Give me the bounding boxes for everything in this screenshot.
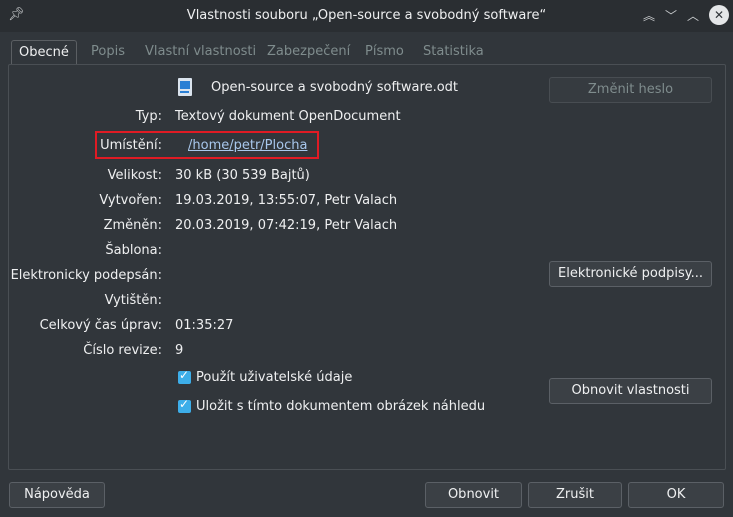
save-thumbnail-label[interactable]: Uložit s tímto dokumentem obrázek náhled… — [196, 399, 485, 414]
tab-description[interactable]: Popis — [91, 40, 125, 64]
tab-statistics[interactable]: Statistika — [423, 40, 484, 64]
help-button[interactable]: Nápověda — [9, 482, 105, 508]
ok-button[interactable]: OK — [628, 482, 724, 508]
close-icon[interactable]: ✕ — [709, 5, 729, 25]
title-bar: 📌︎ Vlastnosti souboru „Open-source a svo… — [0, 0, 733, 32]
size-value: 30 kB (30 539 Bajtů) — [175, 168, 310, 183]
use-user-data-checkbox[interactable] — [178, 368, 191, 384]
change-password-button[interactable]: Změnit heslo — [549, 77, 712, 103]
size-label: Velikost: — [107, 168, 162, 183]
location-label: Umístění: — [100, 138, 162, 153]
type-label: Typ: — [135, 109, 162, 124]
location-link[interactable]: /home/petr/Plocha — [188, 138, 307, 153]
document-icon — [178, 78, 192, 96]
save-thumbnail-checkbox[interactable] — [178, 397, 191, 413]
created-label: Vytvořen: — [99, 193, 162, 208]
edit-time-label: Celkový čas úprav: — [39, 318, 162, 333]
signed-label: Elektronicky podepsán: — [10, 268, 162, 283]
type-value: Textový dokument OpenDocument — [175, 109, 401, 124]
window-title: Vlastnosti souboru „Open-source a svobod… — [186, 8, 547, 23]
revision-label: Číslo revize: — [83, 343, 162, 358]
cancel-button[interactable]: Zrušit — [528, 482, 622, 508]
modified-value: 20.03.2019, 07:42:19, Petr Valach — [175, 218, 398, 233]
tab-general[interactable]: Obecné — [11, 40, 77, 64]
created-value: 19.03.2019, 13:55:07, Petr Valach — [175, 193, 398, 208]
tab-font[interactable]: Písmo — [365, 40, 404, 64]
tab-security[interactable]: Zabezpečení — [267, 40, 350, 64]
revision-value: 9 — [175, 343, 184, 358]
reset-properties-button[interactable]: Obnovit vlastnosti — [549, 378, 712, 404]
digital-signatures-button[interactable]: Elektronické podpisy... — [549, 261, 712, 287]
reset-button[interactable]: Obnovit — [425, 482, 522, 508]
maximize-icon[interactable]: ︿ — [683, 6, 703, 26]
tab-custom-properties[interactable]: Vlastní vlastnosti — [145, 40, 256, 64]
file-name: Open-source a svobodný software.odt — [211, 80, 459, 95]
printed-label: Vytištěn: — [104, 293, 162, 308]
modified-label: Změněn: — [103, 218, 162, 233]
keep-above-icon[interactable]: ︽ — [639, 6, 659, 26]
template-label: Šablona: — [105, 243, 162, 258]
edit-time-value: 01:35:27 — [175, 318, 234, 333]
use-user-data-label[interactable]: Použít uživatelské údaje — [196, 370, 352, 385]
minimize-icon[interactable]: ﹀ — [661, 6, 681, 26]
